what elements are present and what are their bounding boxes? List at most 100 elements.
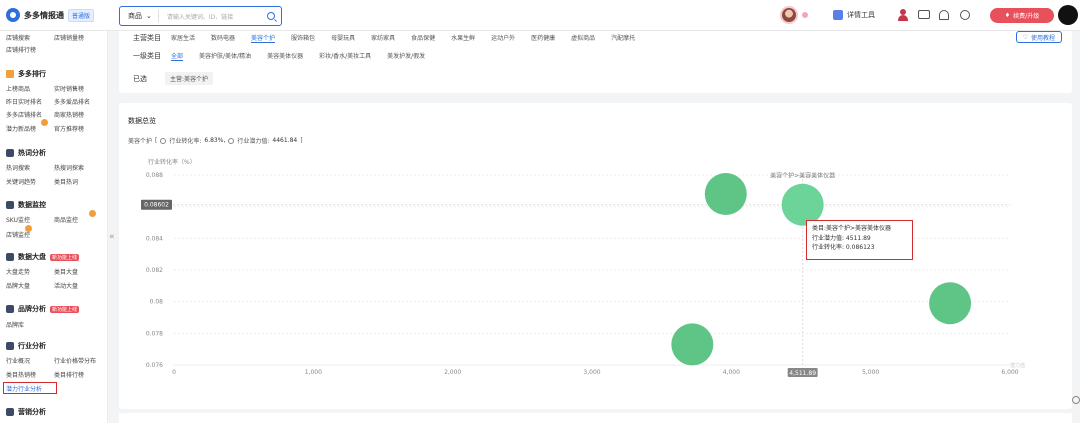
sidebar-item[interactable]: 商品监控 [54,210,102,224]
sidebar-row: 店铺排行榜 [6,45,54,54]
x-tick-label: 5,000 [862,369,879,376]
sidebar-item[interactable]: 上榜商品 [6,84,54,93]
sidebar-item[interactable]: 店铺搜索 [6,33,54,42]
section-title: 多多排行 [18,70,46,78]
renew-button[interactable]: ♦ 续费/升级 [990,8,1054,23]
sidebar-item[interactable]: 店铺销量榜 [54,33,102,42]
main-category-item[interactable]: 美容个护 [251,33,276,43]
section-title: 品牌分析 [18,305,46,313]
main-category-item[interactable]: 医药健康 [531,33,555,43]
category-filter-panel: 主营类目 家居生活 数码电器 美容个护 服饰箱包 母婴玩具 家纺家具 食品保健 水果生鲜 运动户… [119,31,1072,93]
sidebar-item[interactable]: 大盘走势 [6,267,54,276]
sidebar-item[interactable]: 热搜词探索 [54,163,102,172]
sidebar-item[interactable]: 类目热销榜 [6,370,54,379]
sidebar-item[interactable]: 昨日实时排名 [6,97,54,106]
sidebar-item[interactable]: 店铺监控 [6,225,54,239]
sidebar-item[interactable]: 品牌大盘 [6,281,54,290]
sidebar-row: 店铺搜索 店铺销量榜 [6,33,102,42]
search-input[interactable]: 请输入关键词、ID、链接 [159,12,267,21]
side-help-icon[interactable] [1072,396,1080,404]
gift-icon: ♦ [1004,12,1011,19]
main-category-item[interactable]: 家居生活 [171,33,195,43]
sidebar-item[interactable]: 官方推荐榜 [54,124,102,133]
search-icon[interactable] [267,12,275,20]
sidebar-row: 关键词趋势 类目热词 [6,177,102,186]
sidebar-row: 热词搜索 热搜词探索 [6,163,102,172]
section-title: 行业分析 [18,342,46,350]
sidebar-item[interactable]: 关键词趋势 [6,177,54,186]
industry-icon [6,342,14,350]
sidebar-section-industry[interactable]: 行业分析 [6,341,46,351]
bell-icon[interactable] [939,10,949,20]
selected-chip[interactable]: 主营:美容个护 [165,72,214,85]
y-tick-label: 0.076 [146,362,163,369]
sidebar-item[interactable]: 热词搜索 [6,163,54,172]
sidebar-item[interactable]: SKU监控 [6,215,54,224]
collapse-sidebar-icon[interactable]: « [109,232,115,242]
main-category-item[interactable]: 母婴玩具 [331,33,355,43]
main-category-item[interactable]: 虚拟商品 [571,33,595,43]
x-axis-end-label: 潜力值 [1010,362,1025,369]
sub-category-item[interactable]: 美发护发/假发 [387,51,425,61]
sidebar-section-marketing[interactable]: 营销分析 [6,407,46,417]
logo-icon [6,8,20,22]
sidebar-row: 大盘走势 类目大盘 [6,267,102,276]
main-category-item[interactable]: 食品保健 [411,33,435,43]
detail-tool-button[interactable]: 详情工具 [833,10,875,20]
sidebar-section-monitor[interactable]: 数据监控 [6,200,46,210]
sub-category-item[interactable]: 美容美体仪器 [267,51,303,61]
search-scope-select[interactable]: 商品 ⌄ [120,10,159,22]
avatar[interactable] [780,6,798,24]
bubble-point[interactable] [929,282,972,325]
sidebar-section-brand[interactable]: 品牌分析 新功能上线 [6,304,80,314]
marketing-icon [6,408,14,416]
sidebar-item[interactable]: 行业概况 [6,356,54,365]
sidebar-section-keywords[interactable]: 热词分析 [6,148,46,158]
sidebar-row: 行业概况 行业价格带分布 [6,356,107,365]
sub-category-item[interactable]: 彩妆/香水/美妆工具 [319,51,371,61]
x-tick-label: 6,000 [1001,369,1018,376]
help-icon: ♡ [1022,33,1028,41]
main-category-item[interactable]: 运动户外 [491,33,515,43]
main-category-item[interactable]: 汽配摩托 [611,33,635,43]
version-badge[interactable]: 普通版 [68,8,95,22]
headset-icon[interactable] [960,10,970,20]
message-icon[interactable] [918,10,930,19]
sidebar-item[interactable]: 活动大盘 [54,281,102,290]
user-avatar[interactable] [1058,5,1078,25]
sidebar-item[interactable]: 多多店铺排名 [6,110,54,119]
sidebar-item[interactable]: 多多爱品排名 [54,97,102,106]
sidebar-item[interactable]: 类目排行榜 [54,370,102,379]
sidebar: 店铺搜索 店铺销量榜 店铺排行榜 多多排行 上榜商品 实时销售榜 昨日实时排名 多多… [0,31,108,423]
search-box[interactable]: 商品 ⌄ 请输入关键词、ID、链接 [119,6,282,26]
help-button[interactable]: ♡ 使用教程 [1015,31,1062,43]
sidebar-item[interactable]: 类目大盘 [54,267,102,276]
sub-category-item[interactable]: 全部 [171,51,184,61]
bubble-chart[interactable]: 0.0760.0780.080.0820.0840.0860.08801,000… [119,103,1072,409]
sidebar-item[interactable]: 实时销售榜 [54,84,102,93]
sidebar-item[interactable]: 商家热销榜 [54,110,102,119]
logo-text: 多多情报通 [24,10,64,20]
bubble-label: 美容个护>美容美体仪器 [770,172,835,180]
bubble-point[interactable] [671,323,714,366]
user-icon[interactable] [897,9,909,21]
tool-icon [833,10,843,20]
main-category-item[interactable]: 水果生鲜 [451,33,475,43]
sub-category-item[interactable]: 美容护肤/美体/精油 [199,51,251,61]
main-category-item[interactable]: 服饰箱包 [291,33,315,43]
sidebar-section-rank[interactable]: 多多排行 [6,69,46,79]
main-category-item[interactable]: 数码电器 [211,33,235,43]
sidebar-item[interactable]: 行业价格带分布 [54,356,107,365]
sidebar-item[interactable]: 品牌库 [6,320,54,329]
section-title: 营销分析 [18,408,46,416]
sidebar-section-market[interactable]: 数据大盘 新功能上线 [6,252,80,262]
sidebar-row: 品牌大盘 活动大盘 [6,281,102,290]
sidebar-item[interactable]: 潜力新品榜 [6,119,54,133]
bubble-point[interactable] [704,173,747,215]
sidebar-item[interactable]: 类目热词 [54,177,102,186]
sidebar-item[interactable]: 店铺排行榜 [6,45,54,54]
main-category-row: 主营类目 家居生活 数码电器 美容个护 服饰箱包 母婴玩具 家纺家具 食品保健 水果生鲜 运动户… [133,33,651,43]
main-category-item[interactable]: 家纺家具 [371,33,395,43]
x-tick-label: 1,000 [305,369,322,376]
logo[interactable]: 多多情报通 普通版 [6,8,95,22]
